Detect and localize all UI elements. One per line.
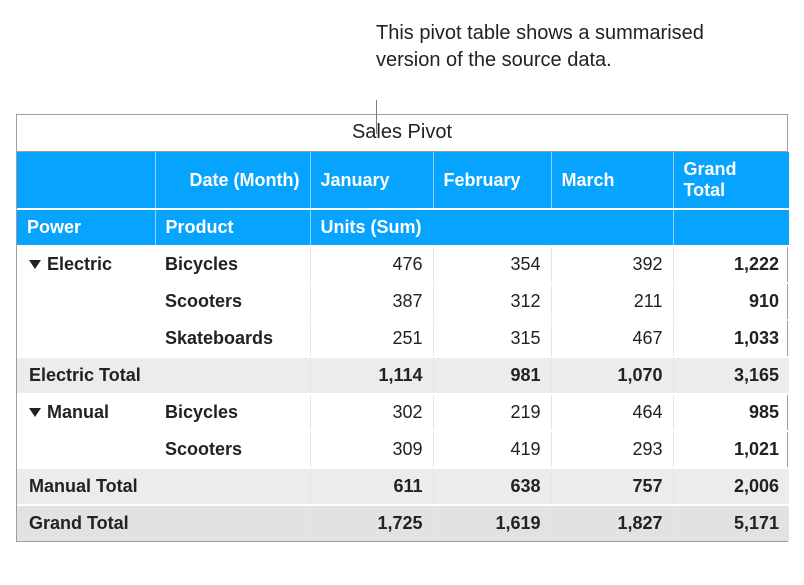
- table-title: Sales Pivot: [17, 115, 787, 152]
- table-row: Skateboards 251 315 467 1,033: [17, 320, 789, 357]
- subtotal-row-manual: Manual Total 611 638 757 2,006: [17, 468, 789, 505]
- product-label: Scooters: [155, 283, 310, 320]
- cell-value: 315: [433, 320, 551, 357]
- group-toggle-electric[interactable]: Electric: [17, 246, 155, 283]
- subtotal-row-electric: Electric Total 1,114 981 1,070 3,165: [17, 357, 789, 394]
- subtotal-value: 611: [310, 468, 433, 505]
- product-label: Skateboards: [155, 320, 310, 357]
- disclosure-triangle-icon: [29, 260, 41, 269]
- subtotal-total: 2,006: [673, 468, 789, 505]
- subtotal-value: 1,070: [551, 357, 673, 394]
- product-label: Bicycles: [155, 394, 310, 431]
- header-product: Product: [155, 209, 310, 246]
- row-total: 1,033: [673, 320, 789, 357]
- callout-leader-line: [376, 100, 377, 134]
- product-label: Bicycles: [155, 246, 310, 283]
- subtotal-total: 3,165: [673, 357, 789, 394]
- row-total: 1,222: [673, 246, 789, 283]
- cell-value: 354: [433, 246, 551, 283]
- group-spacer: [17, 283, 155, 320]
- cell-value: 312: [433, 283, 551, 320]
- disclosure-triangle-icon: [29, 408, 41, 417]
- cell-value: 476: [310, 246, 433, 283]
- group-label: Electric: [47, 254, 112, 274]
- grand-total-value: 1,827: [551, 505, 673, 541]
- product-label: Scooters: [155, 431, 310, 468]
- cell-value: 309: [310, 431, 433, 468]
- cell-value: 419: [433, 431, 551, 468]
- cell-value: 467: [551, 320, 673, 357]
- header-march: March: [551, 152, 673, 209]
- group-label: Manual: [47, 402, 109, 422]
- cell-value: 387: [310, 283, 433, 320]
- header-gt-blank: [673, 209, 789, 246]
- table-row: Scooters 309 419 293 1,021: [17, 431, 789, 468]
- cell-value: 251: [310, 320, 433, 357]
- cell-value: 211: [551, 283, 673, 320]
- grand-total-value: 1,619: [433, 505, 551, 541]
- group-spacer: [17, 320, 155, 357]
- header-row-fields: Power Product Units (Sum): [17, 209, 789, 246]
- subtotal-value: 638: [433, 468, 551, 505]
- header-blank: [17, 152, 155, 209]
- callout-text: This pivot table shows a summarised vers…: [376, 20, 726, 74]
- subtotal-value: 757: [551, 468, 673, 505]
- row-total: 910: [673, 283, 789, 320]
- header-units-sum: Units (Sum): [310, 209, 673, 246]
- subtotal-label: Manual Total: [17, 468, 310, 505]
- header-row-months: Date (Month) January February March Gran…: [17, 152, 789, 209]
- header-grand-total: Grand Total: [673, 152, 789, 209]
- cell-value: 293: [551, 431, 673, 468]
- row-total: 985: [673, 394, 789, 431]
- cell-value: 392: [551, 246, 673, 283]
- cell-value: 219: [433, 394, 551, 431]
- grand-total-value: 1,725: [310, 505, 433, 541]
- pivot-table: Sales Pivot Date (Month) January Februar…: [16, 114, 788, 542]
- header-january: January: [310, 152, 433, 209]
- grand-total-label: Grand Total: [17, 505, 310, 541]
- header-date-month: Date (Month): [155, 152, 310, 209]
- header-february: February: [433, 152, 551, 209]
- subtotal-value: 1,114: [310, 357, 433, 394]
- table-row: Electric Bicycles 476 354 392 1,222: [17, 246, 789, 283]
- grand-total-total: 5,171: [673, 505, 789, 541]
- header-power: Power: [17, 209, 155, 246]
- table-row: Manual Bicycles 302 219 464 985: [17, 394, 789, 431]
- subtotal-label: Electric Total: [17, 357, 310, 394]
- table-row: Scooters 387 312 211 910: [17, 283, 789, 320]
- group-toggle-manual[interactable]: Manual: [17, 394, 155, 431]
- subtotal-value: 981: [433, 357, 551, 394]
- cell-value: 464: [551, 394, 673, 431]
- cell-value: 302: [310, 394, 433, 431]
- grand-total-row: Grand Total 1,725 1,619 1,827 5,171: [17, 505, 789, 541]
- group-spacer: [17, 431, 155, 468]
- row-total: 1,021: [673, 431, 789, 468]
